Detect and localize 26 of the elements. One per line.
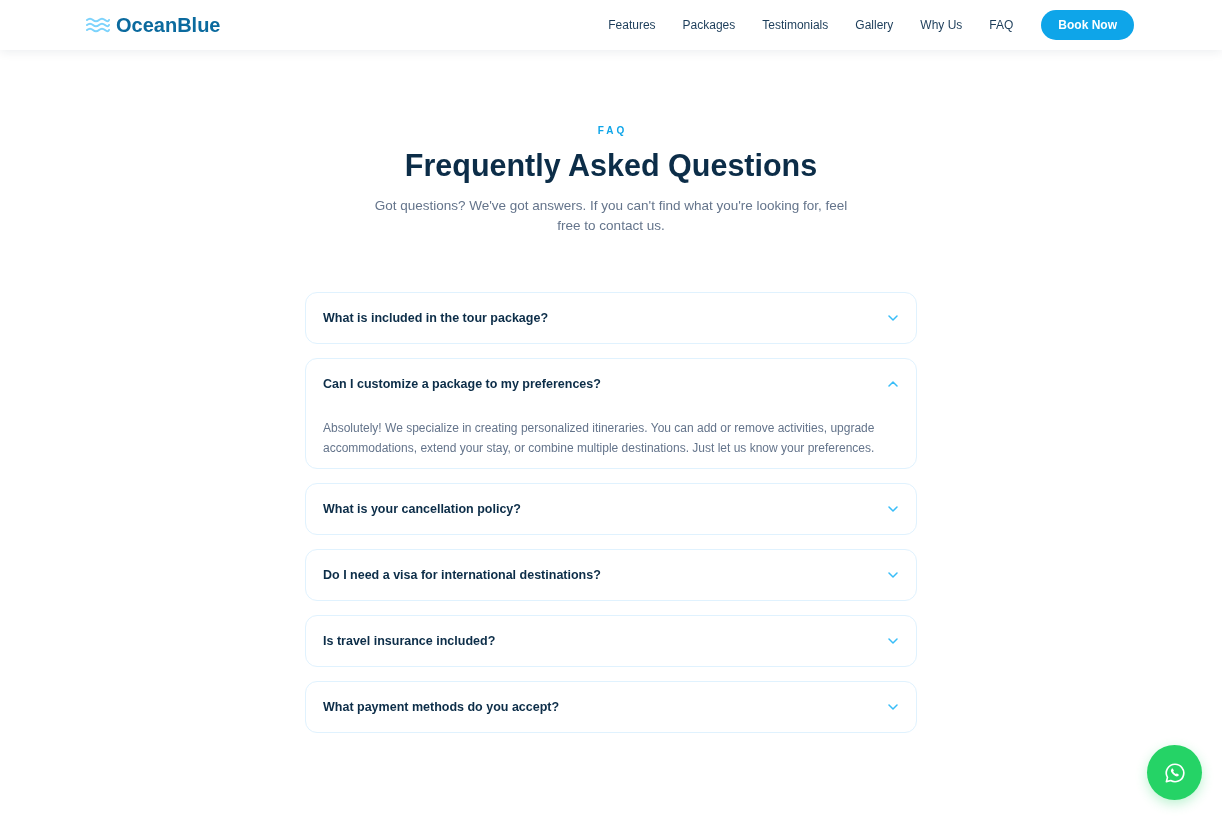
section-title: Frequently Asked Questions: [404, 147, 818, 184]
logo-link[interactable]: OceanBlue: [116, 13, 221, 37]
faq-question[interactable]: Is travel insurance included?: [306, 616, 916, 666]
nav-link[interactable]: Gallery: [855, 17, 894, 33]
faq-question[interactable]: What is your cancellation policy?: [306, 484, 916, 534]
faq-question[interactable]: Do I need a visa for international destinations?: [306, 550, 916, 600]
waves-icon: [86, 17, 110, 33]
chevron-down-icon: [888, 506, 898, 512]
section-subtitle: Got questions? We've got answers. If you can't find what you're looking for, feel free to contact us.: [373, 197, 849, 235]
nav-link[interactable]: FAQ: [989, 17, 1014, 33]
chevron-down-icon: [888, 638, 898, 644]
chevron-up-icon: [888, 381, 898, 387]
nav-link[interactable]: Testimonials: [762, 17, 829, 33]
chat-bubble-button[interactable]: [1147, 745, 1202, 800]
faq-answer: Absolutely! We specialize in creating personalized itineraries. You can add or remove activities, upgrade accommodations, extend your stay, or combine multiple destinations. Just let us know your preferences.: [323, 420, 876, 457]
nav-link[interactable]: Features: [608, 17, 656, 33]
chevron-down-icon: [888, 572, 898, 578]
nav-link[interactable]: Why Us: [920, 17, 963, 33]
faq-question[interactable]: What is included in the tour package?: [306, 293, 916, 343]
faq-question[interactable]: What payment methods do you accept?: [306, 682, 916, 732]
faq-question[interactable]: Can I customize a package to my preferences?: [306, 359, 916, 409]
chevron-down-icon: [888, 315, 898, 321]
chevron-down-icon: [888, 704, 898, 710]
section-eyebrow: FAQ: [597, 125, 628, 137]
chat-phone-icon: [1163, 761, 1186, 784]
nav-link[interactable]: Packages: [682, 17, 736, 33]
